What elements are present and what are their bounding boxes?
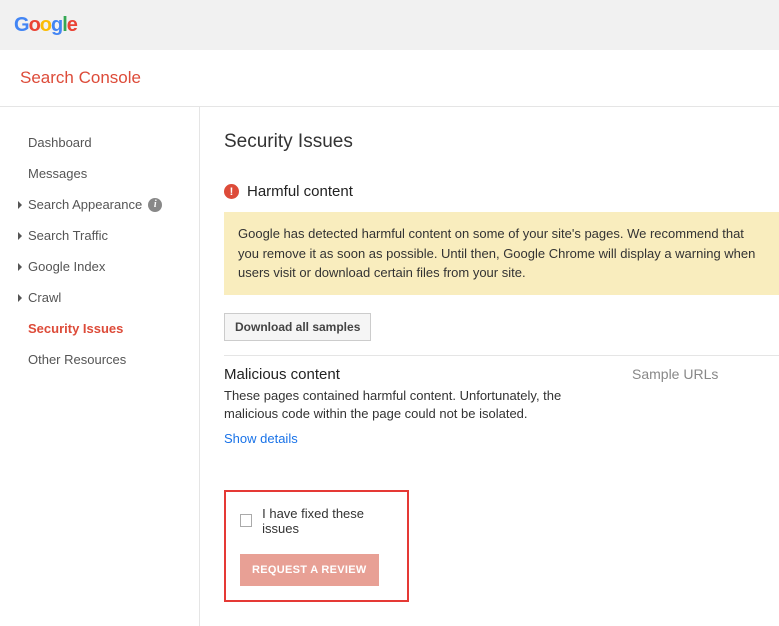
google-logo: Google [14,14,77,37]
issue-title: Malicious content [224,366,584,383]
sidebar-item-label: Messages [28,166,87,181]
sidebar-item-messages[interactable]: Messages [18,158,199,189]
sidebar-item-google-index[interactable]: Google Index [18,251,199,282]
alert-icon: ! [224,184,239,199]
sidebar-item-label: Crawl [28,290,61,305]
alert-heading-text: Harmful content [247,183,353,200]
caret-icon [18,294,22,302]
header: Google [0,0,779,50]
show-details-link[interactable]: Show details [224,431,298,446]
warning-box: Google has detected harmful content on s… [224,212,779,295]
fixed-checkbox[interactable] [240,514,252,527]
caret-icon [18,232,22,240]
sidebar-item-search-appearance[interactable]: Search Appearance i [18,189,199,220]
sidebar-item-label: Google Index [28,259,105,274]
caret-icon [18,201,22,209]
sidebar-item-label: Security Issues [28,321,123,336]
sample-urls-heading: Sample URLs [632,366,718,446]
info-icon[interactable]: i [148,198,162,212]
product-name: Search Console [20,68,141,87]
caret-icon [18,263,22,271]
divider [224,355,779,356]
sidebar-item-other-resources[interactable]: Other Resources [18,344,199,375]
request-review-button[interactable]: REQUEST A REVIEW [240,554,379,586]
sidebar-item-search-traffic[interactable]: Search Traffic [18,220,199,251]
sidebar-item-label: Other Resources [28,352,126,367]
sidebar-item-security-issues[interactable]: Security Issues [18,313,199,344]
fixed-label: I have fixed these issues [262,506,393,536]
sidebar-item-label: Search Appearance [28,197,142,212]
review-box: I have fixed these issues REQUEST A REVI… [224,490,409,602]
sidebar: Dashboard Messages Search Appearance i Se… [0,107,200,626]
subheader: Search Console [0,50,779,107]
issue-description: These pages contained harmful content. U… [224,387,584,423]
page-title: Security Issues [224,131,779,153]
sidebar-item-crawl[interactable]: Crawl [18,282,199,313]
sidebar-item-label: Dashboard [28,135,92,150]
alert-heading: ! Harmful content [224,183,779,200]
sidebar-item-dashboard[interactable]: Dashboard [18,127,199,158]
issue-row: Malicious content These pages contained … [224,366,779,446]
fixed-check-row: I have fixed these issues [240,506,393,536]
content: Security Issues ! Harmful content Google… [200,107,779,626]
sidebar-item-label: Search Traffic [28,228,108,243]
download-all-samples-button[interactable]: Download all samples [224,313,371,341]
